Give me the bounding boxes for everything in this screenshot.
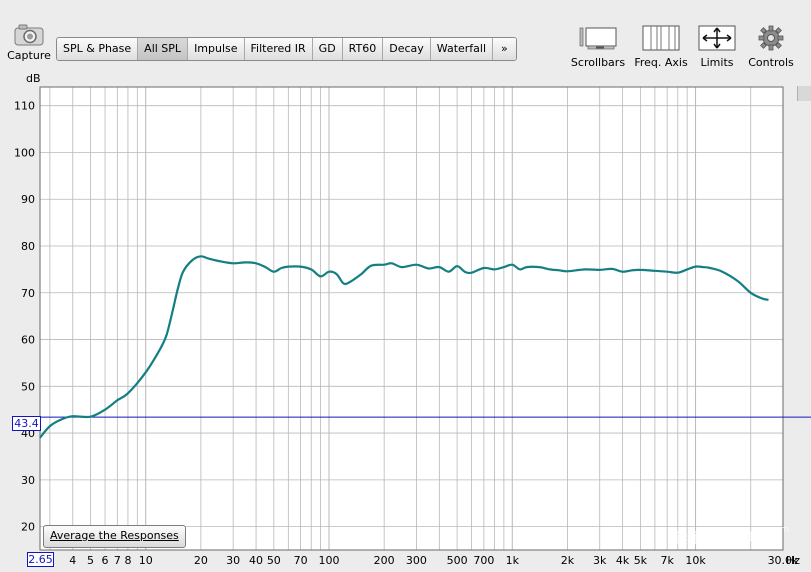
x-tick-label: 10k: [685, 554, 706, 567]
x-tick-label: 500: [447, 554, 468, 567]
x-tick-label: 4k: [616, 554, 630, 567]
x-tick-label: 4: [69, 554, 76, 567]
x-tick-label: 70: [294, 554, 308, 567]
average-responses-label: Average the Responses: [50, 529, 179, 542]
x-min-readout[interactable]: 2.65: [27, 552, 54, 567]
y-tick-label: 60: [21, 334, 35, 347]
average-responses-button[interactable]: Average the Responses: [43, 525, 186, 548]
x-tick-label: 1k: [506, 554, 520, 567]
y-tick-label: 80: [21, 240, 35, 253]
watermark: 音频技术视听: [672, 531, 762, 547]
x-tick-label: 50: [267, 554, 281, 567]
x-tick-label: 300: [406, 554, 427, 567]
y-tick-label: 70: [21, 287, 35, 300]
spl-chart[interactable]: 20304050607080901001104 5 6 7 8 10 20 30 40 50 70 1…: [0, 0, 811, 572]
cursor-y-readout[interactable]: 43.4: [12, 416, 41, 431]
x-tick-label: 3k: [593, 554, 607, 567]
x-tick-label: 2k: [561, 554, 575, 567]
x-tick-label: 20: [194, 554, 208, 567]
x-tick-label: 8: [124, 554, 131, 567]
x-tick-label: 6: [102, 554, 109, 567]
x-tick-label: 700: [473, 554, 494, 567]
x-unit-label: Hz: [786, 554, 800, 567]
x-tick-label: 40: [249, 554, 263, 567]
y-tick-label: 110: [14, 100, 35, 113]
y-tick-label: 100: [14, 146, 35, 159]
x-tick-label: 100: [318, 554, 339, 567]
x-tick-label: 5: [87, 554, 94, 567]
plot-area: [40, 87, 783, 550]
x-tick-label: 7: [114, 554, 121, 567]
y-tick-label: 20: [21, 521, 35, 534]
x-tick-label: 7k: [660, 554, 674, 567]
x-tick-label: 30: [226, 554, 240, 567]
x-tick-label: 200: [374, 554, 395, 567]
watermark-small: com: [770, 525, 790, 535]
y-tick-label: 50: [21, 380, 35, 393]
y-tick-label: 90: [21, 193, 35, 206]
x-tick-label: 5k: [634, 554, 648, 567]
x-tick-label: 10: [139, 554, 153, 567]
y-tick-label: 30: [21, 474, 35, 487]
